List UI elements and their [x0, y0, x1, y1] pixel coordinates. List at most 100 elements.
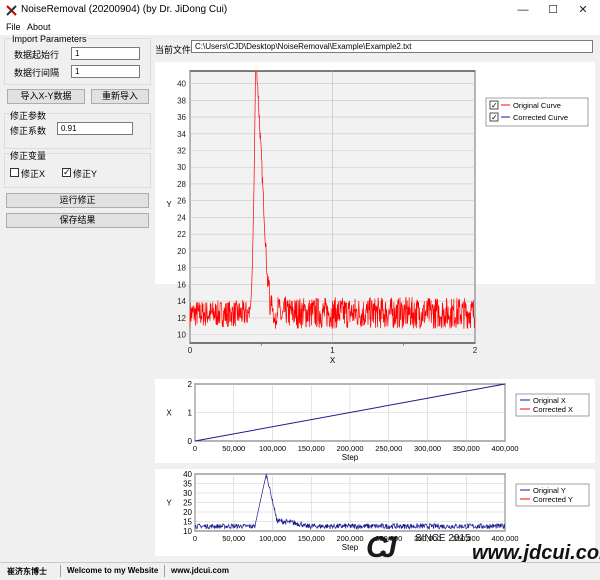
y-tick-label: 10	[183, 527, 192, 536]
y-axis-label: X	[166, 409, 172, 418]
app-icon	[6, 5, 17, 16]
legend-check-icon: ✓	[491, 101, 498, 110]
y-tick-label: 2	[188, 380, 193, 389]
save-results-button[interactable]: 保存结果	[6, 213, 149, 228]
x-tick-label: 300,000	[414, 444, 441, 453]
current-file-label: 当前文件	[155, 45, 192, 55]
y-tick-label: 32	[177, 147, 186, 156]
interval-input[interactable]: 1	[71, 65, 140, 78]
correction-vars-label: 修正变量	[9, 149, 48, 162]
y-tick-label: 38	[177, 96, 186, 105]
watermark-url: www.jdcui.com	[472, 542, 600, 562]
x-chart: 0 1 2 0 50,000 100,000 150,000 200,000 250,000 30…	[155, 379, 595, 479]
y-tick-label: 40	[183, 470, 192, 479]
y-tick-label: 26	[177, 197, 186, 206]
menu-about[interactable]: About	[27, 22, 51, 32]
import-parameters-label: Import Parameters	[11, 34, 88, 44]
y-tick-label: 20	[183, 508, 192, 517]
y-tick-label: 14	[177, 297, 186, 306]
status-divider	[164, 565, 165, 577]
x-tick-label: 50,000	[222, 444, 245, 453]
x-axis-label: Step	[342, 453, 359, 462]
x-axis-label: X	[330, 356, 336, 365]
y-axis-label: Y	[166, 499, 172, 508]
x-tick-label: 100,000	[259, 534, 286, 543]
start-row-input[interactable]: 1	[71, 47, 140, 60]
legend-label: Corrected X	[533, 405, 573, 414]
status-bar: 崔济东博士 Welcome to my Website www.jdcui.co…	[0, 562, 600, 580]
interval-label: 数据行间隔	[14, 68, 60, 78]
fix-x-checkbox[interactable]	[10, 168, 19, 177]
x-tick-label: 100,000	[259, 444, 286, 453]
x-tick-label: 50,000	[222, 534, 245, 543]
coef-input[interactable]: 0.91	[57, 122, 133, 135]
status-site-link[interactable]: www.jdcui.com	[171, 566, 229, 575]
fix-x-label: 修正X	[21, 169, 46, 179]
y-tick-label: 22	[177, 230, 186, 239]
x-tick-label: 200,000	[336, 444, 363, 453]
y-tick-label: 1	[188, 409, 193, 418]
x-tick-label: 2	[473, 346, 478, 355]
fix-y-label: 修正Y	[73, 169, 98, 179]
y-tick-label: 40	[177, 80, 186, 89]
y-tick-label: 0	[188, 437, 193, 446]
legend-check-icon: ✓	[491, 113, 498, 122]
x-tick-label: 0	[193, 444, 197, 453]
current-file-path[interactable]: C:\Users\CJD\Desktop\NoiseRemoval\Exampl…	[191, 40, 593, 53]
legend-label: Corrected Curve	[513, 113, 568, 122]
watermark-graphic: C J SINCE 2015 www.jdcui.com	[366, 531, 600, 564]
x-tick-label: 350,000	[453, 444, 480, 453]
maximize-icon[interactable]: ☐	[538, 2, 568, 19]
x-tick-label: 400,000	[491, 444, 518, 453]
x-tick-label: 150,000	[298, 534, 325, 543]
legend-label: Corrected Y	[533, 495, 573, 504]
y-tick-label: 15	[183, 518, 192, 527]
window-title: NoiseRemoval (20200904) (by Dr. JiDong C…	[21, 4, 228, 15]
x-tick-label: 1	[330, 346, 335, 355]
x-tick-label: 0	[188, 346, 193, 355]
checkmark-icon: ✓	[63, 167, 71, 177]
y-tick-label: 35	[183, 480, 192, 489]
menu-file[interactable]: File	[6, 22, 21, 32]
y-tick-label: 36	[177, 113, 186, 122]
start-row-label: 数据起始行	[14, 50, 60, 60]
y-tick-label: 30	[177, 163, 186, 172]
y-tick-label: 12	[177, 314, 186, 323]
y-tick-label: 25	[183, 499, 192, 508]
minimize-icon[interactable]: —	[508, 2, 538, 19]
y-tick-label: 28	[177, 180, 186, 189]
legend-label: Original Curve	[513, 101, 561, 110]
menu-bar: File About	[0, 21, 600, 35]
y-tick-label: 16	[177, 280, 186, 289]
correction-params-label: 修正参数	[9, 109, 48, 122]
y-tick-label: 10	[177, 331, 186, 340]
watermark-since: SINCE 2015	[415, 533, 471, 544]
main-chart: 101214161820222426283032343638400 1 2XY✓ Or…	[155, 62, 595, 370]
fix-y-checkbox[interactable]: ✓	[62, 167, 71, 177]
y-tick-label: 30	[183, 489, 192, 498]
status-divider	[60, 565, 61, 577]
x-axis-label: Step	[342, 543, 359, 552]
close-icon[interactable]: ✕	[568, 2, 598, 19]
legend-label: Original X	[533, 396, 566, 405]
watermark-logo-glyph: J	[380, 531, 398, 562]
x-tick-label: 250,000	[375, 444, 402, 453]
y-tick-label: 18	[177, 264, 186, 273]
x-tick-label: 0	[193, 534, 197, 543]
title-bar: NoiseRemoval (20200904) (by Dr. JiDong C…	[0, 0, 600, 21]
run-correction-button[interactable]: 运行修正	[6, 193, 149, 208]
y-axis-label: Y	[166, 200, 172, 209]
import-xy-button[interactable]: 导入X-Y数据	[7, 89, 85, 104]
x-chart-panel: 0 1 2 0 50,000 100,000 150,000 200,000 250,000 30…	[155, 379, 595, 479]
y-tick-label: 34	[177, 130, 186, 139]
coef-label: 修正系数	[10, 126, 47, 136]
status-author: 崔济东博士	[7, 567, 47, 576]
main-chart-panel: 10 12 14 16 18 20 22 24 26 28 30 32 34 36 38 40 0 1 2 X Y ✓ Or…	[155, 62, 595, 370]
watermark-logo: C J SINCE 2015 www.jdcui.com	[360, 528, 600, 564]
y-tick-label: 24	[177, 213, 186, 222]
x-tick-label: 150,000	[298, 444, 325, 453]
reimport-button[interactable]: 重新导入	[91, 89, 149, 104]
y-tick-label: 20	[177, 247, 186, 256]
status-welcome: Welcome to my Website	[67, 566, 159, 575]
legend-label: Original Y	[533, 486, 566, 495]
